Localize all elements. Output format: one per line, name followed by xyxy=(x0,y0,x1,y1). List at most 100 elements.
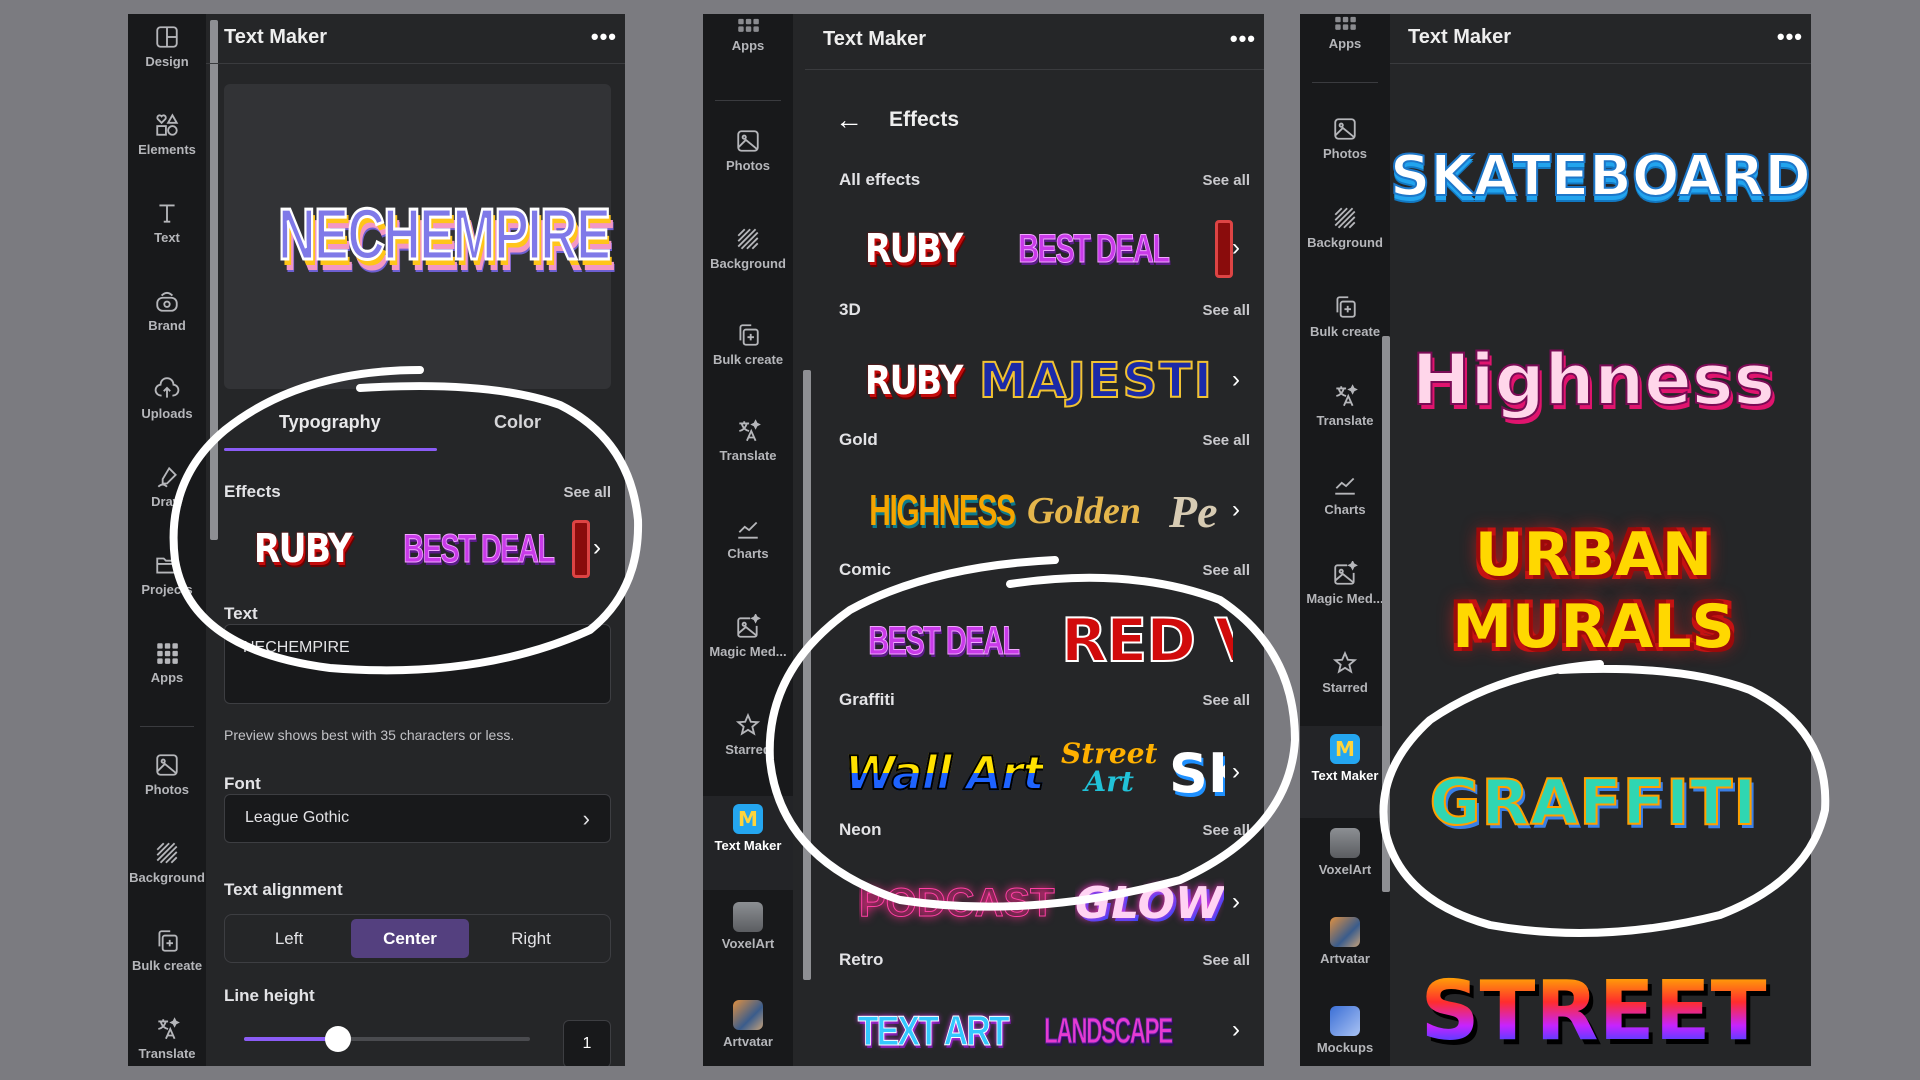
rail-item-voxelart[interactable]: VoxelArt xyxy=(1300,820,1390,900)
artvatar-app-icon xyxy=(1330,917,1360,947)
rail-item-background[interactable]: Background xyxy=(1300,197,1390,277)
effect-landscape[interactable]: LANDSCAPE xyxy=(1005,998,1211,1064)
preview-text: NECHEMPIRE xyxy=(277,194,612,277)
effect-red[interactable]: RED V xyxy=(1061,608,1233,674)
effect-golden[interactable]: Golden xyxy=(1027,478,1141,544)
effect-wall-art[interactable]: Wall Art xyxy=(845,740,1043,806)
graffiti-effect-graffiti[interactable]: GRAFFITI xyxy=(1390,765,1797,840)
graffiti-effect-street[interactable]: STREET xyxy=(1390,964,1797,1059)
rail-item-starred[interactable]: Starred xyxy=(703,704,793,784)
rail-item-photos[interactable]: Photos xyxy=(703,120,793,200)
chevron-right-icon[interactable]: › xyxy=(1222,754,1250,792)
effects-row: Wall Art Street Art SK › xyxy=(839,740,1250,810)
effect-ruby[interactable]: RUBY xyxy=(857,216,970,282)
app-title: Text Maker xyxy=(823,28,927,50)
apps-icon xyxy=(154,640,180,666)
panel-header: Text Maker ••• xyxy=(206,14,625,64)
graffiti-effect-skateboard[interactable]: SKATEBOARD xyxy=(1389,143,1811,210)
tab-color[interactable]: Color xyxy=(494,412,541,433)
rail-item-elements[interactable]: Elements xyxy=(128,104,206,184)
effect-glow[interactable]: GLOW xyxy=(1075,870,1224,936)
effect-majestic[interactable]: MAJESTI xyxy=(979,348,1223,414)
see-all-link[interactable]: See all xyxy=(1202,952,1250,969)
chevron-right-icon[interactable]: › xyxy=(1222,884,1250,922)
effect-ruby-3d[interactable]: RUBY xyxy=(857,348,970,414)
back-arrow-icon[interactable]: ← xyxy=(835,104,863,136)
effects-label: Effects xyxy=(224,482,281,501)
see-all-link[interactable]: See all xyxy=(1202,822,1250,839)
rail-item-bulk-create[interactable]: Bulk create xyxy=(128,920,206,1000)
effect-ruby[interactable]: RUBY xyxy=(246,516,359,582)
rail-item-projects[interactable]: Projects xyxy=(128,544,206,624)
effect-street-art[interactable]: Street Art xyxy=(1061,740,1157,806)
text-alignment-label: Text alignment xyxy=(224,880,343,899)
rail-item-artvatar[interactable]: Artvatar xyxy=(703,992,793,1066)
rail-item-starred[interactable]: Starred xyxy=(1300,642,1390,722)
effect-partial[interactable]: SK xyxy=(1169,740,1225,806)
align-right-button[interactable]: Right xyxy=(472,919,590,958)
see-all-effects-link[interactable]: See all xyxy=(563,484,611,501)
slider-thumb[interactable] xyxy=(325,1026,352,1052)
effect-best-deal-comic[interactable]: BEST DEAL xyxy=(839,608,1048,674)
more-options-button[interactable]: ••• xyxy=(1230,26,1256,52)
rail-item-apps[interactable]: Apps xyxy=(1300,14,1390,78)
see-all-link[interactable]: See all xyxy=(1202,692,1250,709)
rail-item-brand[interactable]: Brand xyxy=(128,280,206,360)
chevron-right-icon[interactable]: › xyxy=(583,530,611,568)
line-height-slider[interactable] xyxy=(244,1026,530,1052)
rail-item-background[interactable]: Background xyxy=(128,832,206,912)
rail-item-text[interactable]: Text xyxy=(128,192,206,272)
see-all-link[interactable]: See all xyxy=(1202,302,1250,319)
see-all-link[interactable]: See all xyxy=(1202,172,1250,189)
rail-item-bulk-create[interactable]: Bulk create xyxy=(703,314,793,394)
effects-page-header: ← Effects xyxy=(805,104,1264,144)
graffiti-effect-highness[interactable]: Highness xyxy=(1390,338,1797,422)
rail-item-translate[interactable]: Translate xyxy=(1300,375,1390,455)
effect-partial[interactable]: Pe xyxy=(1169,478,1225,544)
effects-row: TEXT ART LANDSCAPE › xyxy=(839,998,1250,1066)
rail-item-photos[interactable]: Photos xyxy=(1300,108,1390,188)
rail-item-apps[interactable]: Apps xyxy=(703,14,793,80)
see-all-link[interactable]: See all xyxy=(1202,562,1250,579)
chevron-right-icon[interactable]: › xyxy=(1222,492,1250,530)
rail-item-text-maker[interactable]: M Text Maker xyxy=(703,796,793,890)
align-center-button[interactable]: Center xyxy=(351,919,469,958)
rail-item-magic-media[interactable]: Magic Med... xyxy=(703,606,793,686)
rail-item-mockups[interactable]: Mockups xyxy=(1300,998,1390,1066)
panel-scrollbar[interactable] xyxy=(1382,336,1390,892)
category-graffiti: Graffiti xyxy=(839,690,895,709)
chevron-right-icon[interactable]: › xyxy=(1222,1012,1250,1050)
rail-item-charts[interactable]: Charts xyxy=(1300,464,1390,544)
tab-typography[interactable]: Typography xyxy=(279,412,381,433)
effects-row: RUBY BEST DEAL › xyxy=(224,516,611,586)
rail-item-voxelart[interactable]: VoxelArt xyxy=(703,894,793,974)
rail-item-text-maker[interactable]: M Text Maker xyxy=(1300,726,1390,818)
see-all-link[interactable]: See all xyxy=(1202,432,1250,449)
graffiti-effect-urban-murals[interactable]: URBAN MURALS xyxy=(1390,519,1797,663)
rail-item-bulk-create[interactable]: Bulk create xyxy=(1300,286,1390,366)
effect-text-art[interactable]: TEXT ART xyxy=(839,998,1027,1064)
rail-item-draw[interactable]: Draw xyxy=(128,456,206,536)
align-left-button[interactable]: Left xyxy=(230,919,348,958)
rail-item-charts[interactable]: Charts xyxy=(703,508,793,588)
effect-best-deal[interactable]: BEST DEAL xyxy=(374,516,583,582)
rail-item-apps[interactable]: Apps xyxy=(128,632,206,712)
rail-item-design[interactable]: Design xyxy=(128,16,206,96)
chevron-right-icon[interactable]: › xyxy=(1222,230,1250,268)
rail-item-photos[interactable]: Photos xyxy=(128,744,206,824)
chevron-right-icon[interactable]: › xyxy=(1222,362,1250,400)
rail-item-translate[interactable]: Translate xyxy=(703,410,793,490)
rail-item-background[interactable]: Background xyxy=(703,218,793,298)
text-input[interactable]: NECHEMPIRE xyxy=(224,624,611,704)
font-select[interactable]: League Gothic › xyxy=(224,794,611,843)
more-options-button[interactable]: ••• xyxy=(1777,24,1803,50)
line-height-input[interactable]: 1 xyxy=(563,1020,611,1066)
rail-item-uploads[interactable]: Uploads xyxy=(128,368,206,448)
effect-highness[interactable]: HIGHNESS xyxy=(835,478,1049,544)
effect-best-deal[interactable]: BEST DEAL xyxy=(989,216,1198,282)
more-options-button[interactable]: ••• xyxy=(591,24,617,50)
rail-item-magic-media[interactable]: Magic Med... xyxy=(1300,553,1390,633)
rail-item-artvatar[interactable]: Artvatar xyxy=(1300,909,1390,989)
effect-podcast[interactable]: PODCAST xyxy=(859,870,1055,936)
rail-item-translate[interactable]: Translate xyxy=(128,1008,206,1066)
